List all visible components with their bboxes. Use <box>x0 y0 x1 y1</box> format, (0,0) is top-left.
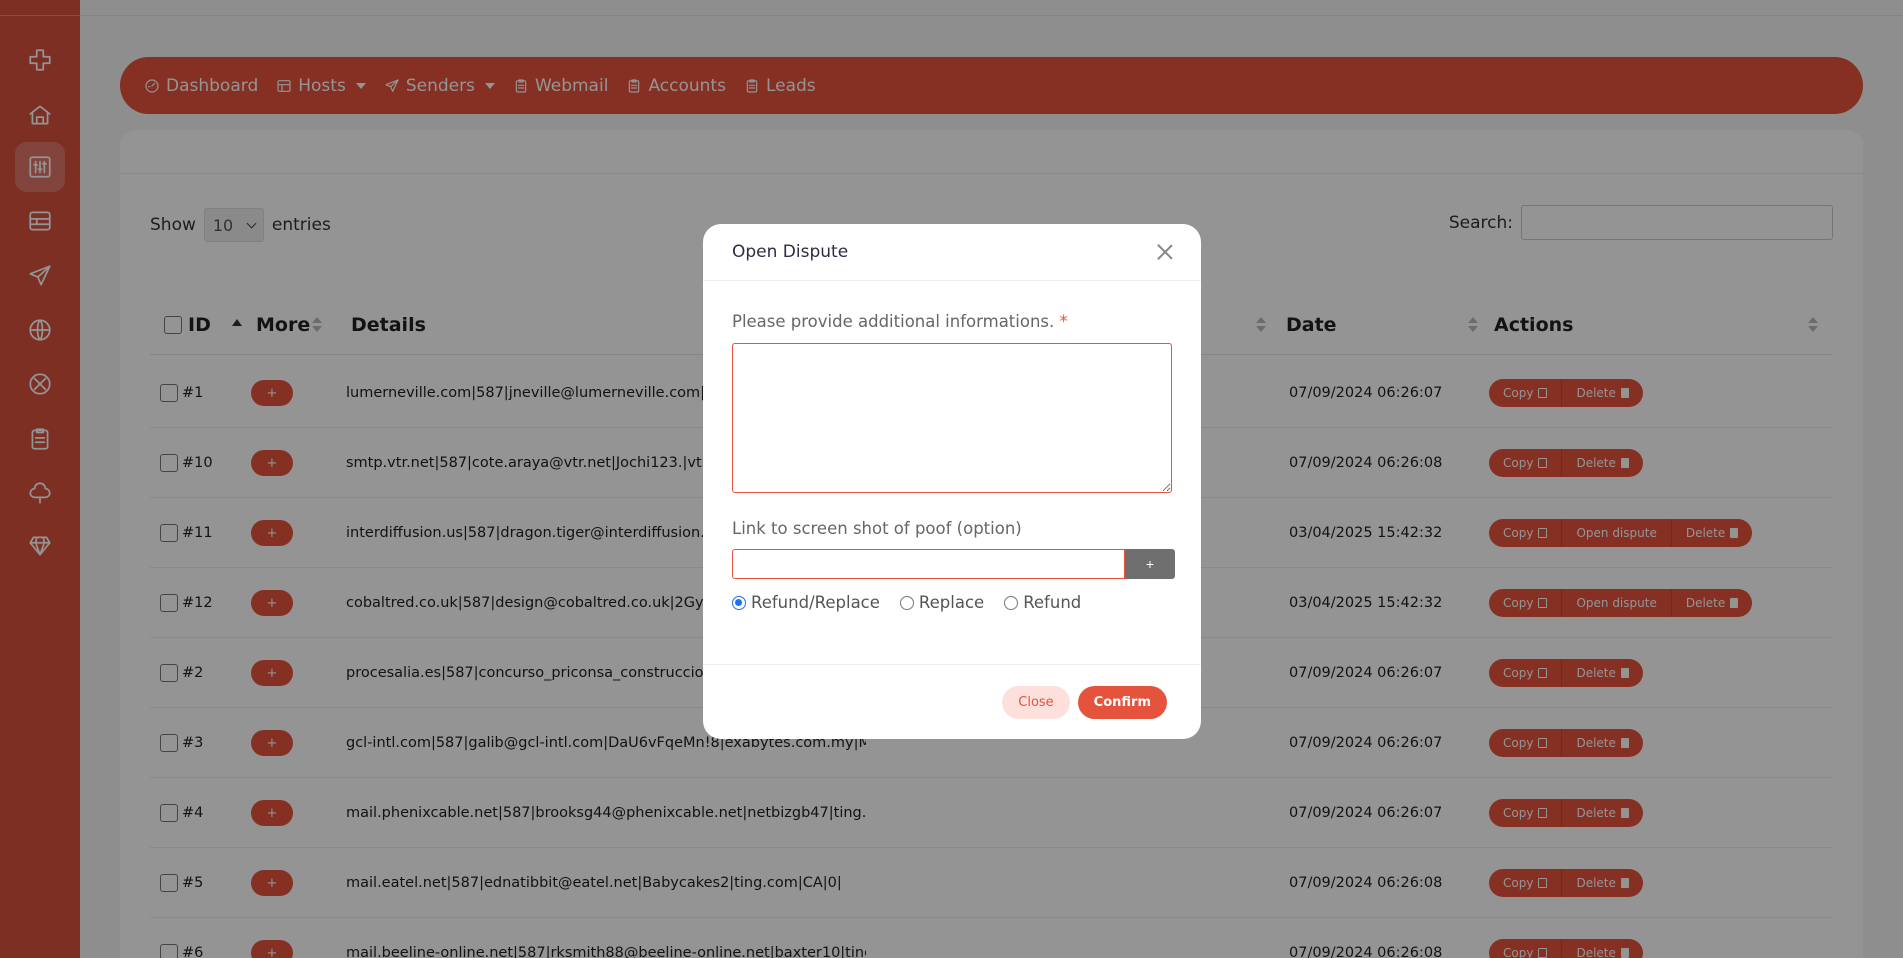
close-icon[interactable] <box>1157 244 1173 260</box>
option-replace-label: Replace <box>918 593 985 612</box>
info-label-text: Please provide additional informations. <box>732 312 1055 331</box>
close-button[interactable]: Close <box>1002 685 1070 719</box>
additional-info-textarea[interactable] <box>732 343 1172 493</box>
option-replace[interactable]: Replace <box>899 593 985 612</box>
required-mark: * <box>1059 312 1068 331</box>
radio-refund-replace[interactable] <box>732 595 746 610</box>
add-link-button[interactable]: + <box>1125 549 1175 579</box>
resolution-options: Refund/Replace Replace Refund <box>732 593 1081 612</box>
modal-title: Open Dispute <box>732 242 849 262</box>
confirm-button[interactable]: Confirm <box>1077 685 1167 719</box>
radio-replace[interactable] <box>899 595 914 610</box>
modal-footer: Close Confirm <box>703 664 1201 739</box>
open-dispute-modal: Open Dispute Please provide additional i… <box>703 224 1201 739</box>
option-refund-label: Refund <box>1023 593 1082 612</box>
info-field-label: Please provide additional informations. … <box>732 312 1068 331</box>
option-refund-replace-label: Refund/Replace <box>751 593 880 612</box>
screenshot-link-input[interactable] <box>732 549 1125 579</box>
link-field-label: Link to screen shot of poof (option) <box>732 519 1022 538</box>
option-refund-replace[interactable]: Refund/Replace <box>732 593 880 612</box>
radio-refund[interactable] <box>1004 595 1019 610</box>
option-refund[interactable]: Refund <box>1004 593 1081 612</box>
modal-header: Open Dispute <box>703 224 1201 281</box>
